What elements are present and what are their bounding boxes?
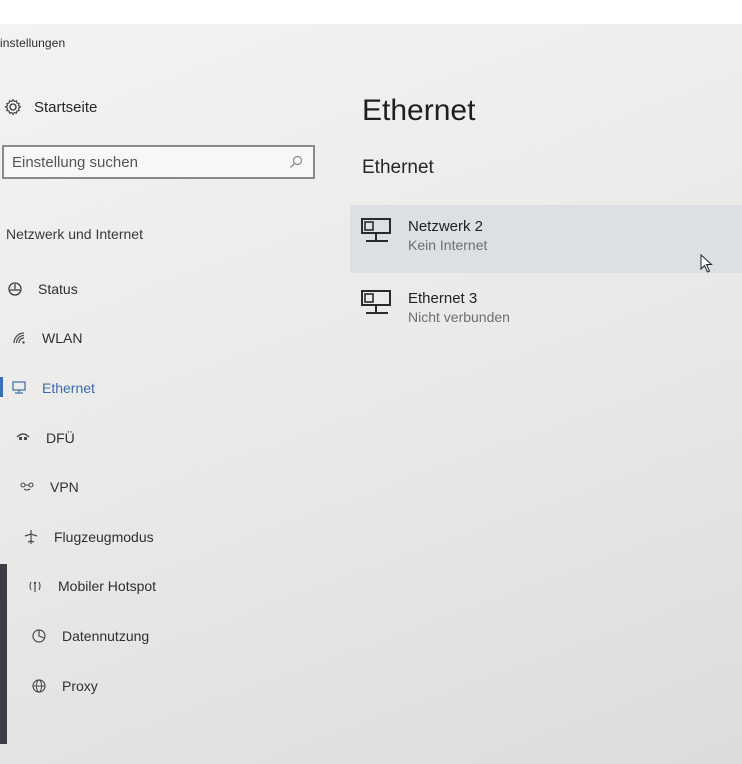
network-pc-icon <box>360 289 396 319</box>
search-icon[interactable] <box>289 155 303 169</box>
settings-window: instellungen Startseite Netzwerk und Int… <box>0 24 742 764</box>
sidebar-item-flugzeugmodus[interactable]: Flugzeugmodus <box>0 512 330 562</box>
sidebar-item-vpn[interactable]: VPN <box>0 462 330 512</box>
status-icon <box>6 281 24 297</box>
mouse-cursor-icon <box>700 253 714 274</box>
screenshot: instellungen Startseite Netzwerk und Int… <box>0 0 742 764</box>
search-box[interactable] <box>2 145 315 179</box>
network-name: Netzwerk 2 <box>408 218 484 235</box>
network-status: Kein Internet <box>408 237 488 253</box>
network-status: Nicht verbunden <box>408 309 510 325</box>
sidebar-item-label: DFÜ <box>46 429 75 446</box>
sidebar-nav: Status WLAN Ethernet DFÜ VPN Flugzeugmod… <box>0 264 330 710</box>
sidebar-item-datennutzung[interactable]: Datennutzung <box>0 611 330 661</box>
network-item-ethernet-3[interactable]: Ethernet 3 Nicht verbunden <box>350 277 742 345</box>
network-pc-icon <box>360 217 396 247</box>
active-indicator <box>0 377 3 398</box>
page-title: Ethernet <box>362 94 476 127</box>
globe-icon <box>30 678 48 694</box>
gear-icon <box>4 98 22 116</box>
airplane-icon <box>22 529 40 545</box>
background-window-edge <box>0 564 7 744</box>
sidebar-item-label: Datennutzung <box>62 627 150 644</box>
ethernet-icon <box>10 380 28 396</box>
hotspot-icon <box>26 578 44 594</box>
sidebar-item-label: Ethernet <box>42 379 95 396</box>
section-title: Ethernet <box>362 157 434 178</box>
sidebar-item-proxy[interactable]: Proxy <box>0 661 330 711</box>
sidebar-item-label: Flugzeugmodus <box>54 528 154 545</box>
sidebar-item-label: Status <box>38 280 78 297</box>
search-input[interactable] <box>4 153 290 171</box>
data-usage-icon <box>30 628 48 644</box>
home-label: Startseite <box>34 98 98 116</box>
sidebar-item-label: Mobiler Hotspot <box>58 578 157 595</box>
sidebar-item-label: VPN <box>50 479 79 496</box>
sidebar-item-ethernet[interactable]: Ethernet <box>0 363 330 413</box>
vpn-icon <box>18 479 36 495</box>
section-header: Netzwerk und Internet <box>6 226 143 242</box>
network-item-netzwerk-2[interactable]: Netzwerk 2 Kein Internet <box>350 205 742 273</box>
sidebar-item-status[interactable]: Status <box>0 264 330 314</box>
wlan-icon <box>10 330 28 346</box>
dialup-icon <box>14 430 32 446</box>
sidebar-item-wlan[interactable]: WLAN <box>0 314 330 364</box>
network-name: Ethernet 3 <box>408 290 478 307</box>
sidebar-item-label: WLAN <box>42 330 83 347</box>
sidebar-item-mobiler-hotspot[interactable]: Mobiler Hotspot <box>0 562 330 612</box>
sidebar-item-label: Proxy <box>62 677 98 694</box>
sidebar-item-dfu[interactable]: DFÜ <box>0 413 330 463</box>
window-title: instellungen <box>0 36 66 50</box>
home-link[interactable]: Startseite <box>4 98 97 116</box>
